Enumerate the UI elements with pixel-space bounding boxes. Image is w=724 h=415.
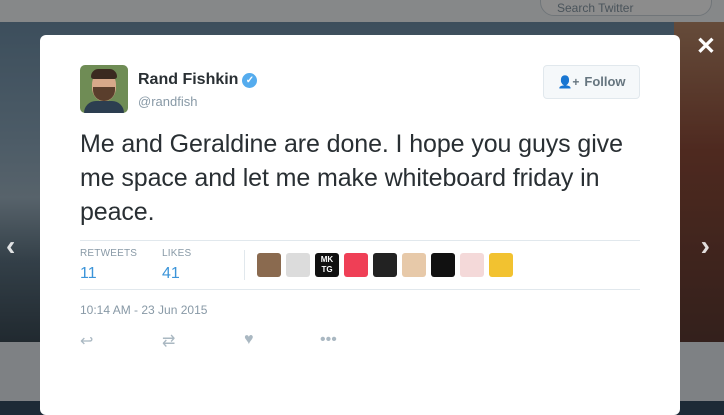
add-person-icon: 👤+ — [557, 75, 580, 89]
stats-divider — [244, 250, 245, 280]
liker-avatar-1[interactable] — [257, 253, 281, 277]
liker-avatar-6[interactable] — [402, 253, 426, 277]
liker-avatar-8[interactable] — [460, 253, 484, 277]
follow-button[interactable]: 👤+ Follow — [543, 65, 640, 99]
chevron-left-icon[interactable]: ‹ — [6, 230, 15, 262]
tweet-text: Me and Geraldine are done. I hope you gu… — [80, 130, 623, 226]
liker-avatar-9[interactable] — [489, 253, 513, 277]
retweets-count: 11 — [80, 265, 97, 282]
reply-icon[interactable]: ↩ — [80, 331, 93, 351]
follow-label: Follow — [584, 74, 626, 89]
likes-label: LIKES — [162, 248, 192, 259]
likes-stat[interactable]: LIKES 41 — [162, 248, 191, 283]
retweets-label: RETWEETS — [80, 248, 138, 259]
liker-avatar-7[interactable] — [431, 253, 455, 277]
close-icon[interactable]: ✕ — [696, 32, 716, 61]
chevron-right-icon[interactable]: › — [701, 230, 710, 262]
like-icon[interactable]: ♥ — [244, 331, 254, 349]
liker-avatar-2[interactable] — [286, 253, 310, 277]
retweet-icon[interactable]: ⇄ — [162, 331, 175, 351]
tweet-timestamp[interactable]: 10:14 AM - 23 Jun 2015 — [80, 303, 207, 317]
retweets-stat[interactable]: RETWEETS 11 — [80, 248, 137, 283]
author-name[interactable]: Rand Fishkin ✓ — [138, 71, 258, 89]
tweet-stats: RETWEETS 11 LIKES 41 MK TG — [80, 240, 640, 290]
author-avatar[interactable] — [80, 65, 128, 113]
likes-count: 41 — [162, 265, 180, 282]
tweet-modal: Rand Fishkin ✓ @randfish 👤+ Follow Me and … — [40, 35, 680, 415]
liker-avatar-5[interactable] — [373, 253, 397, 277]
verified-badge-icon: ✓ — [242, 73, 258, 88]
liker-avatar-mktg[interactable]: MK TG — [315, 253, 339, 277]
author-handle[interactable]: @randfish — [138, 94, 197, 109]
tweet-header: Rand Fishkin ✓ @randfish 👤+ Follow — [80, 65, 640, 115]
liker-avatar-pocket[interactable] — [344, 253, 368, 277]
author-name-text[interactable]: Rand Fishkin — [138, 71, 238, 88]
more-icon[interactable]: ••• — [320, 331, 337, 349]
